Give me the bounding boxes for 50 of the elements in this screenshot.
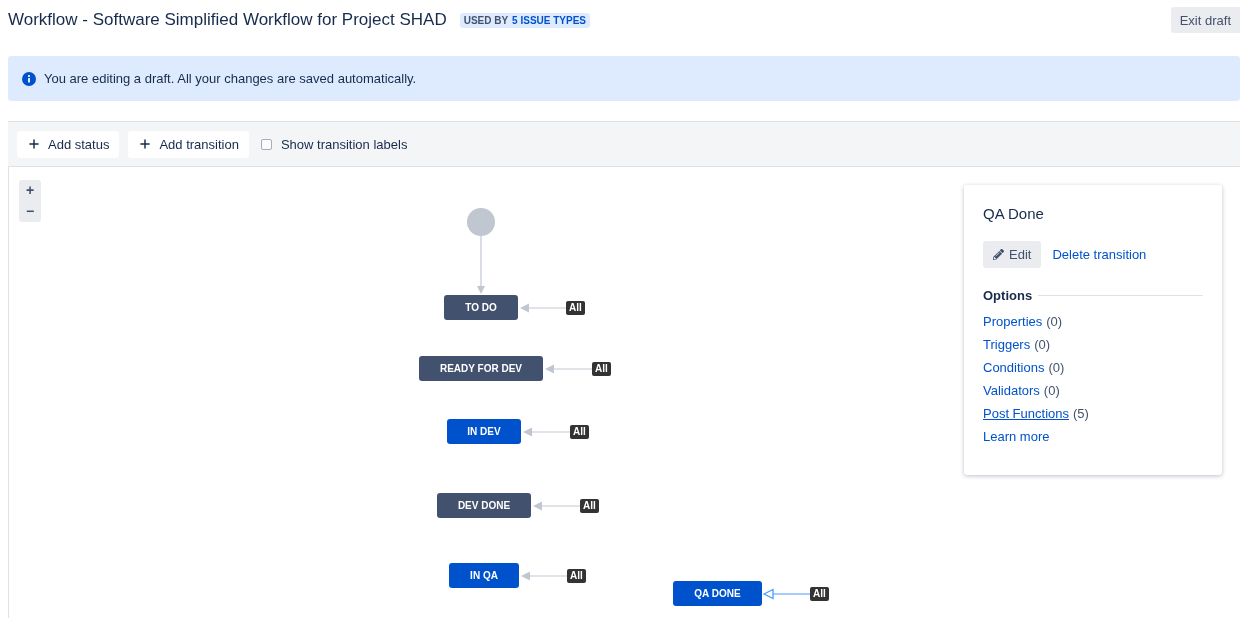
- option-count: (5): [1073, 406, 1089, 421]
- option-count: (0): [1046, 314, 1063, 329]
- toolbar-button[interactable]: Add status: [17, 130, 120, 158]
- status-node[interactable]: QA DONE: [673, 581, 762, 606]
- start-node: [467, 208, 495, 236]
- option-link[interactable]: Properties: [983, 314, 1043, 329]
- zoom-out-button[interactable]: −: [19, 201, 41, 222]
- status-node[interactable]: TO DO: [444, 295, 518, 320]
- start-arrow[interactable]: [477, 235, 485, 294]
- badge-count: 5 ISSUE TYPES: [512, 14, 587, 26]
- option-link[interactable]: Conditions: [983, 360, 1045, 375]
- info-icon: [22, 71, 36, 86]
- global-transition-label[interactable]: All: [566, 301, 585, 315]
- status-node[interactable]: IN QA: [449, 563, 519, 588]
- option-count: (0): [1034, 337, 1051, 352]
- banner-message: You are editing a draft. All your changes are saved automatically.: [44, 71, 417, 86]
- options-heading: Options: [983, 288, 1033, 303]
- option-count: (0): [1048, 360, 1065, 375]
- pencil-icon: [993, 249, 1004, 260]
- status-node[interactable]: READY FOR DEV: [419, 356, 543, 381]
- option-count: (0): [1043, 383, 1060, 398]
- global-transition-label[interactable]: All: [592, 362, 611, 376]
- option-link[interactable]: Triggers: [983, 337, 1031, 352]
- badge-label: USED BY: [463, 14, 509, 26]
- delete-transition-link[interactable]: Delete transition: [1052, 247, 1147, 262]
- global-transition-label[interactable]: All: [570, 425, 589, 439]
- toolbar-button[interactable]: Add transition: [128, 130, 249, 158]
- panel-title: QA Done: [983, 205, 1045, 223]
- transition-arrow[interactable]: [521, 571, 568, 581]
- global-transition-label[interactable]: All: [580, 499, 599, 513]
- option-link[interactable]: Validators: [983, 383, 1040, 398]
- global-transition-label[interactable]: All: [567, 569, 586, 583]
- checkbox[interactable]: [260, 138, 272, 150]
- transition-arrow[interactable]: [533, 501, 581, 511]
- status-node[interactable]: DEV DONE: [437, 493, 531, 518]
- global-transition-label[interactable]: All: [810, 587, 829, 601]
- plus-icon: [138, 137, 153, 151]
- checkbox-label: Show transition labels: [280, 136, 408, 152]
- transition-arrow[interactable]: [762, 588, 811, 600]
- plus-icon: [27, 137, 41, 151]
- edit-button[interactable]: Edit: [983, 241, 1042, 268]
- transition-arrow[interactable]: [520, 303, 567, 313]
- exit-draft-button[interactable]: Exit draft: [1170, 7, 1240, 33]
- transition-arrow[interactable]: [523, 427, 571, 437]
- page-title: Workflow - Software Simplified Workflow for Project SHAD: [8, 10, 447, 30]
- option-link[interactable]: Post Functions: [983, 406, 1069, 421]
- learn-more-link[interactable]: Learn more: [983, 429, 1050, 444]
- zoom-in-button[interactable]: +: [19, 180, 41, 201]
- status-node[interactable]: IN DEV: [447, 419, 521, 444]
- transition-arrow[interactable]: [545, 364, 593, 374]
